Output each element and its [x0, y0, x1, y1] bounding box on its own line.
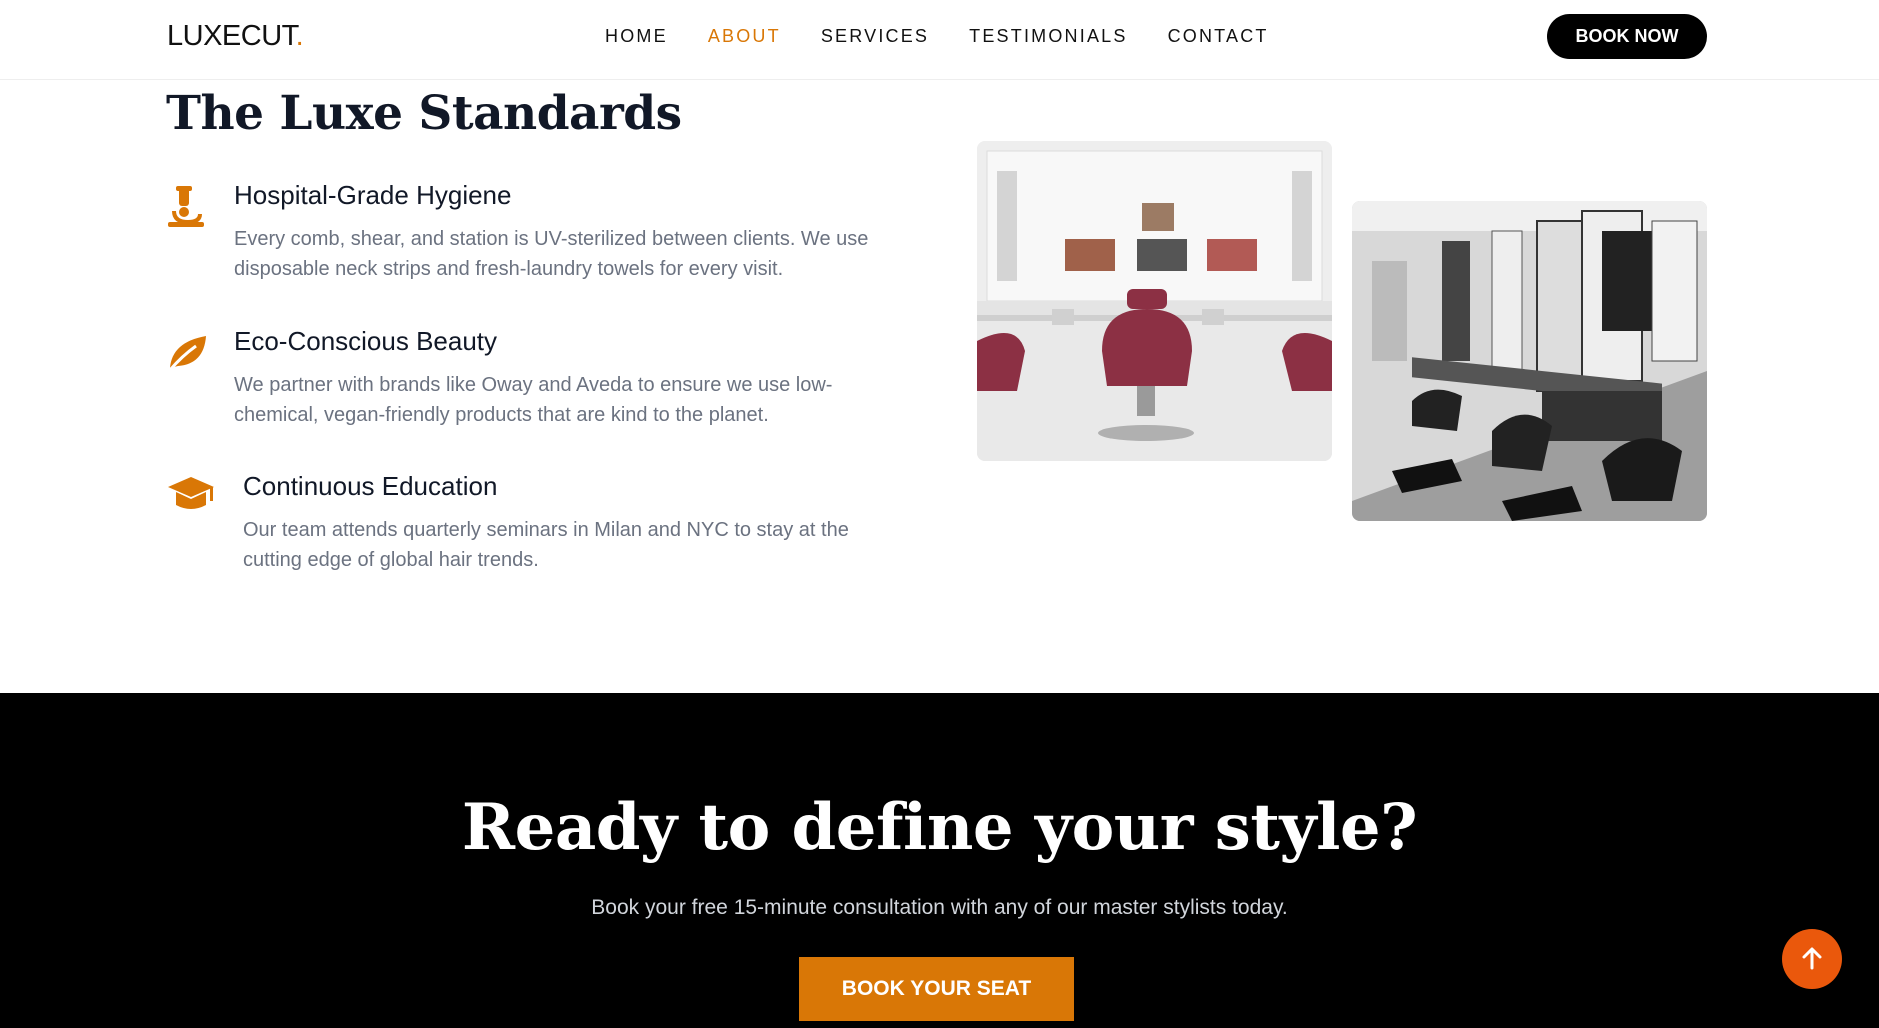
nav-services[interactable]: SERVICES: [821, 26, 929, 47]
nav-about[interactable]: ABOUT: [708, 26, 781, 47]
feature-description: Our team attends quarterly seminars in M…: [243, 519, 849, 571]
feature-title: Eco-Conscious Beauty: [234, 326, 498, 356]
nav-home[interactable]: HOME: [605, 26, 668, 47]
microscope-icon: [166, 184, 214, 232]
nav-testimonials[interactable]: TESTIMONIALS: [969, 26, 1127, 47]
book-your-seat-button[interactable]: BOOK YOUR SEAT: [799, 957, 1074, 1021]
logo[interactable]: LUXECUT.: [167, 20, 304, 53]
scroll-to-top-button[interactable]: [1782, 929, 1842, 989]
main-nav: HOME ABOUT SERVICES TESTIMONIALS CONTACT: [605, 26, 1309, 47]
feature-description: Every comb, shear, and station is UV-ste…: [234, 228, 869, 280]
leaf-icon: [166, 330, 214, 378]
arrow-up-icon: [1801, 946, 1823, 973]
nav-contact[interactable]: CONTACT: [1168, 26, 1269, 47]
feature-title: Continuous Education: [243, 471, 498, 501]
salon-interior-color-photo: [977, 141, 1332, 461]
book-now-button[interactable]: BOOK NOW: [1547, 14, 1707, 59]
feature-description: We partner with brands like Oway and Ave…: [234, 374, 833, 426]
logo-text: LUXECUT: [167, 20, 296, 52]
section-title: The Luxe Standards: [166, 86, 682, 141]
logo-dot: .: [295, 20, 304, 52]
site-header: LUXECUT. HOME ABOUT SERVICES TESTIMONIAL…: [0, 0, 1879, 80]
feature-title: Hospital-Grade Hygiene: [234, 180, 512, 210]
cta-title: Ready to define your style?: [461, 790, 1418, 865]
salon-interior-bw-photo: [1352, 201, 1707, 521]
cta-subtitle: Book your free 15-minute consultation wi…: [591, 896, 1288, 919]
graduation-cap-icon: [166, 475, 214, 523]
